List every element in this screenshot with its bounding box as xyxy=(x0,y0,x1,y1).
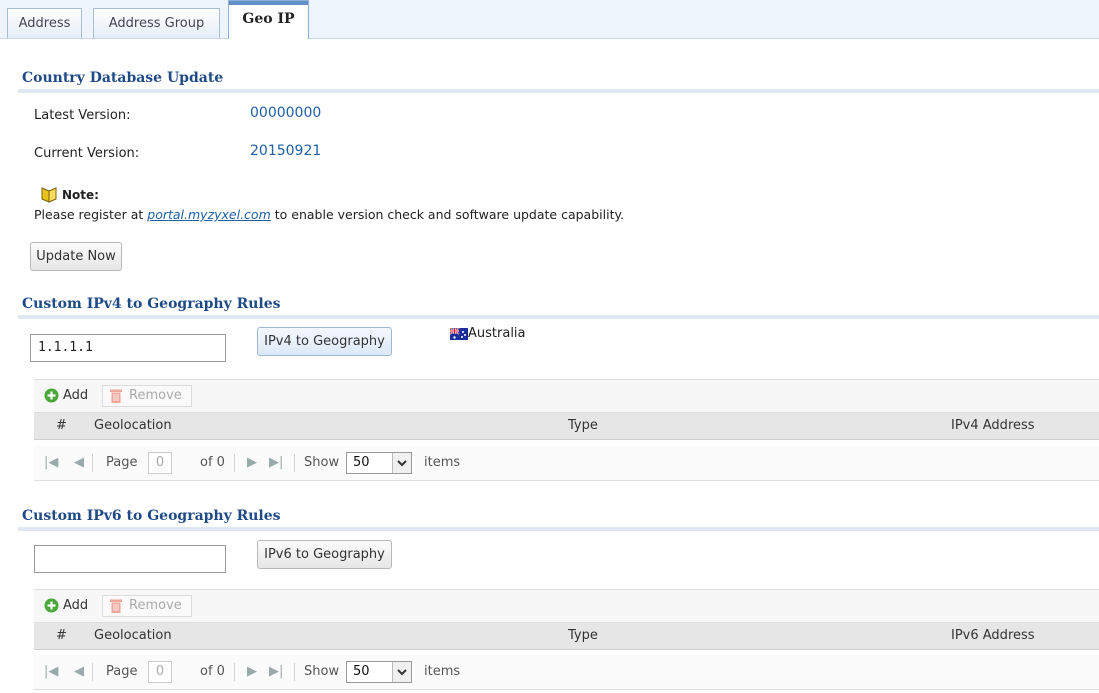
last-page-icon[interactable]: ▶| xyxy=(269,664,283,679)
ipv6-input[interactable] xyxy=(34,545,226,573)
items-label: items xyxy=(424,455,461,470)
current-version-label: Current Version: xyxy=(34,146,140,161)
ipv6-add-button[interactable]: Add xyxy=(40,595,96,617)
note-prefix: Please register at xyxy=(34,207,148,222)
col-geolocation[interactable]: Geolocation xyxy=(94,628,172,643)
tab-geo-ip[interactable]: Geo IP xyxy=(228,0,309,39)
show-label: Show xyxy=(304,664,340,679)
ipv6-toolbar: Add Remove xyxy=(34,589,1099,623)
page-total: of 0 xyxy=(200,455,225,470)
page-number-input[interactable]: 0 xyxy=(148,661,172,683)
prev-page-icon[interactable]: ◀ xyxy=(74,664,84,679)
items-per-page-select[interactable]: 50 xyxy=(346,452,412,474)
tab-active-indicator xyxy=(229,1,308,5)
pager-separator xyxy=(234,663,235,681)
prev-page-icon[interactable]: ◀ xyxy=(74,455,84,470)
tab-geo-ip-label: Geo IP xyxy=(242,11,295,27)
items-per-page-value: 50 xyxy=(353,664,370,679)
update-now-button[interactable]: Update Now xyxy=(30,242,122,271)
page-label: Page xyxy=(106,664,138,679)
tab-address[interactable]: Address xyxy=(7,8,82,38)
first-page-icon[interactable]: |◀ xyxy=(44,455,58,470)
note-icon xyxy=(41,187,57,203)
australia-flag-icon xyxy=(450,328,468,340)
show-label: Show xyxy=(304,455,340,470)
latest-version-label: Latest Version: xyxy=(34,108,131,123)
next-page-icon[interactable]: ▶ xyxy=(247,455,257,470)
col-number[interactable]: # xyxy=(56,628,67,643)
first-page-icon[interactable]: |◀ xyxy=(44,664,58,679)
ipv4-to-geography-button[interactable]: IPv4 to Geography xyxy=(257,327,392,356)
section-divider xyxy=(18,315,1099,319)
trash-icon xyxy=(110,389,122,403)
items-per-page-select[interactable]: 50 xyxy=(346,661,412,683)
chevron-down-icon xyxy=(392,662,411,682)
ipv6-remove-button[interactable]: Remove xyxy=(102,595,192,617)
ipv4-table-header: # Geolocation Type IPv4 Address xyxy=(34,413,1099,440)
trash-icon xyxy=(110,599,122,613)
tab-address-label: Address xyxy=(18,16,71,31)
ipv4-pager: |◀ ◀ Page 0 of 0 ▶ ▶| Show 50 items xyxy=(34,446,1099,481)
pager-separator xyxy=(234,454,235,472)
note-suffix: to enable version check and software upd… xyxy=(270,207,625,222)
section-divider xyxy=(18,89,1099,93)
pager-separator xyxy=(92,454,93,472)
ipv6-to-geography-button[interactable]: IPv6 to Geography xyxy=(257,540,392,569)
col-ipv6-address[interactable]: IPv6 Address xyxy=(951,628,1035,643)
ipv4-section-title: Custom IPv4 to Geography Rules xyxy=(22,296,281,312)
current-version-value: 20150921 xyxy=(250,143,322,159)
pager-separator xyxy=(294,663,295,681)
chevron-down-icon xyxy=(392,453,411,473)
page-total: of 0 xyxy=(200,664,225,679)
ipv6-pager: |◀ ◀ Page 0 of 0 ▶ ▶| Show 50 items xyxy=(34,655,1099,690)
tab-bar: Address Address Group Geo IP xyxy=(0,0,1099,39)
country-db-title: Country Database Update xyxy=(22,70,224,86)
tab-address-group[interactable]: Address Group xyxy=(93,8,220,38)
ipv4-input[interactable]: 1.1.1.1 xyxy=(30,334,226,362)
note-title: Note: xyxy=(62,188,99,202)
page-number-input[interactable]: 0 xyxy=(148,452,172,474)
ipv6-add-label: Add xyxy=(63,598,89,613)
col-type[interactable]: Type xyxy=(568,418,598,433)
col-number[interactable]: # xyxy=(56,418,67,433)
geo-result-country: Australia xyxy=(468,326,526,341)
page-label: Page xyxy=(106,455,138,470)
ipv6-table-header: # Geolocation Type IPv6 Address xyxy=(34,623,1099,650)
ipv4-toolbar: Add Remove xyxy=(34,379,1099,413)
add-icon xyxy=(44,388,59,403)
last-page-icon[interactable]: ▶| xyxy=(269,455,283,470)
ipv4-add-label: Add xyxy=(63,388,89,403)
pager-separator xyxy=(294,454,295,472)
ipv4-add-button[interactable]: Add xyxy=(40,385,96,407)
add-icon xyxy=(44,598,59,613)
ipv4-remove-label: Remove xyxy=(129,388,182,403)
items-label: items xyxy=(424,664,461,679)
ipv6-section-title: Custom IPv6 to Geography Rules xyxy=(22,508,281,524)
col-geolocation[interactable]: Geolocation xyxy=(94,418,172,433)
latest-version-value: 00000000 xyxy=(250,105,322,121)
ipv6-remove-label: Remove xyxy=(129,598,182,613)
next-page-icon[interactable]: ▶ xyxy=(247,664,257,679)
note-text: Please register at portal.myzyxel.com to… xyxy=(34,207,624,222)
ipv4-remove-button[interactable]: Remove xyxy=(102,385,192,407)
pager-separator xyxy=(92,663,93,681)
col-type[interactable]: Type xyxy=(568,628,598,643)
portal-link[interactable]: portal.myzyxel.com xyxy=(147,207,271,222)
section-divider xyxy=(18,527,1099,531)
col-ipv4-address[interactable]: IPv4 Address xyxy=(951,418,1035,433)
tab-address-group-label: Address Group xyxy=(108,16,205,31)
items-per-page-value: 50 xyxy=(353,455,370,470)
